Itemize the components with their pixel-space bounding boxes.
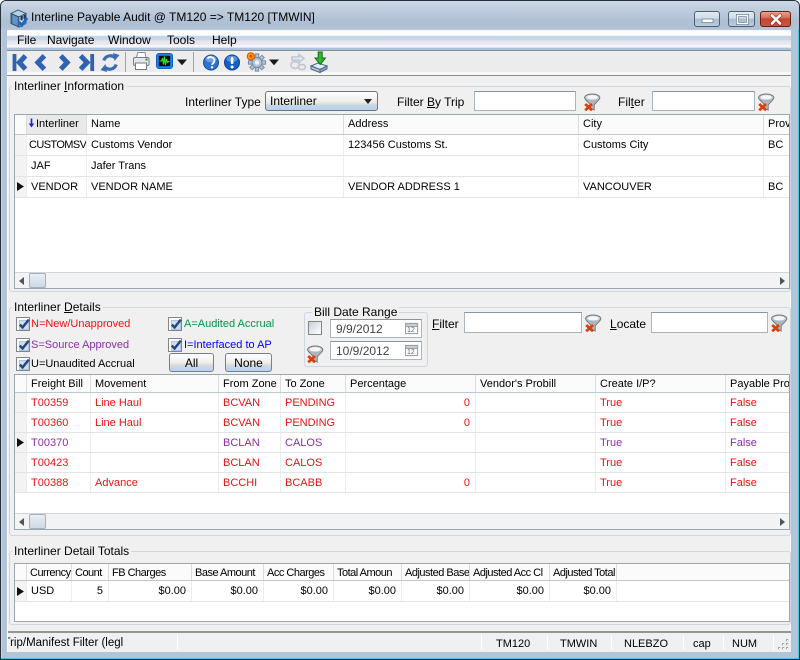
svg-text:12: 12 (407, 327, 415, 334)
svg-text:12: 12 (407, 349, 415, 356)
